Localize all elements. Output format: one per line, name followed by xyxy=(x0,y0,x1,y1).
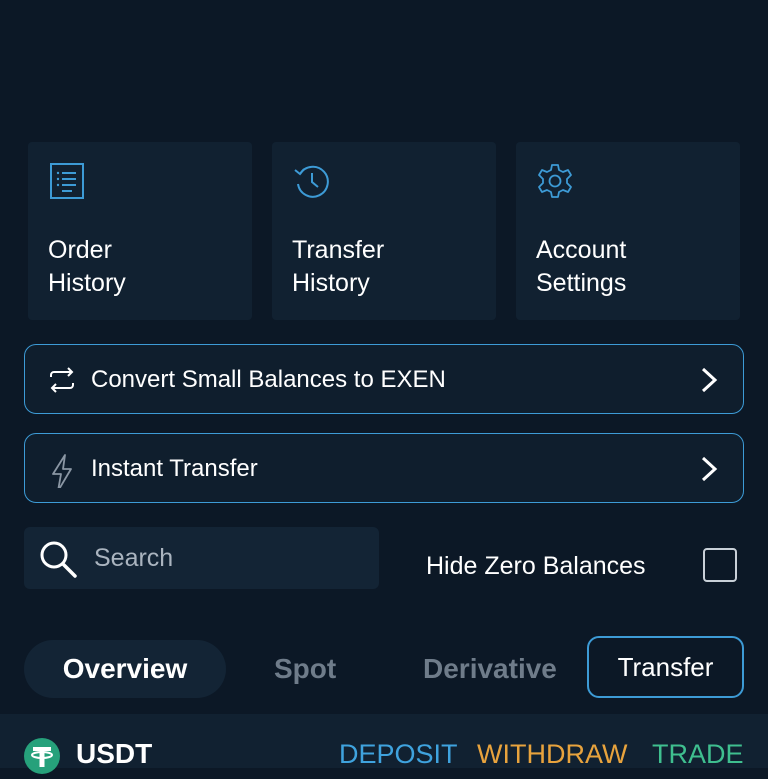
order-history-card[interactable]: Order History xyxy=(28,142,252,320)
hide-zero-balances-label: Hide Zero Balances xyxy=(426,552,646,580)
withdraw-link[interactable]: WITHDRAW xyxy=(477,738,627,770)
search-input[interactable] xyxy=(94,539,364,577)
account-settings-label: Account Settings xyxy=(536,236,627,297)
tether-icon xyxy=(24,738,60,774)
search-box[interactable] xyxy=(24,527,379,589)
tab-spot[interactable]: Spot xyxy=(274,640,336,698)
asset-symbol: USDT xyxy=(76,738,153,769)
chevron-right-icon xyxy=(701,456,718,482)
search-icon xyxy=(40,541,77,578)
lightning-icon xyxy=(52,454,72,488)
chevron-right-icon xyxy=(701,367,718,393)
document-list-icon xyxy=(50,163,84,199)
transfer-button[interactable]: Transfer xyxy=(587,636,744,698)
instant-transfer-label: Instant Transfer xyxy=(91,455,258,482)
hide-zero-balances-checkbox[interactable] xyxy=(703,548,737,582)
convert-small-balances-button[interactable]: Convert Small Balances to EXEN xyxy=(24,344,744,414)
history-clock-icon xyxy=(294,165,329,198)
instant-transfer-button[interactable]: Instant Transfer xyxy=(24,433,744,503)
order-history-label: Order History xyxy=(48,236,126,297)
deposit-link[interactable]: DEPOSIT xyxy=(339,738,458,770)
trade-link[interactable]: TRADE xyxy=(652,738,744,770)
transfer-history-card[interactable]: Transfer History xyxy=(272,142,496,320)
swap-arrows-icon xyxy=(50,367,74,393)
account-settings-card[interactable]: Account Settings xyxy=(516,142,740,320)
convert-label: Convert Small Balances to EXEN xyxy=(91,366,446,393)
gear-icon xyxy=(538,164,572,198)
transfer-history-label: Transfer History xyxy=(292,236,385,297)
tab-overview[interactable]: Overview xyxy=(24,640,226,698)
tab-derivative[interactable]: Derivative xyxy=(423,640,565,698)
